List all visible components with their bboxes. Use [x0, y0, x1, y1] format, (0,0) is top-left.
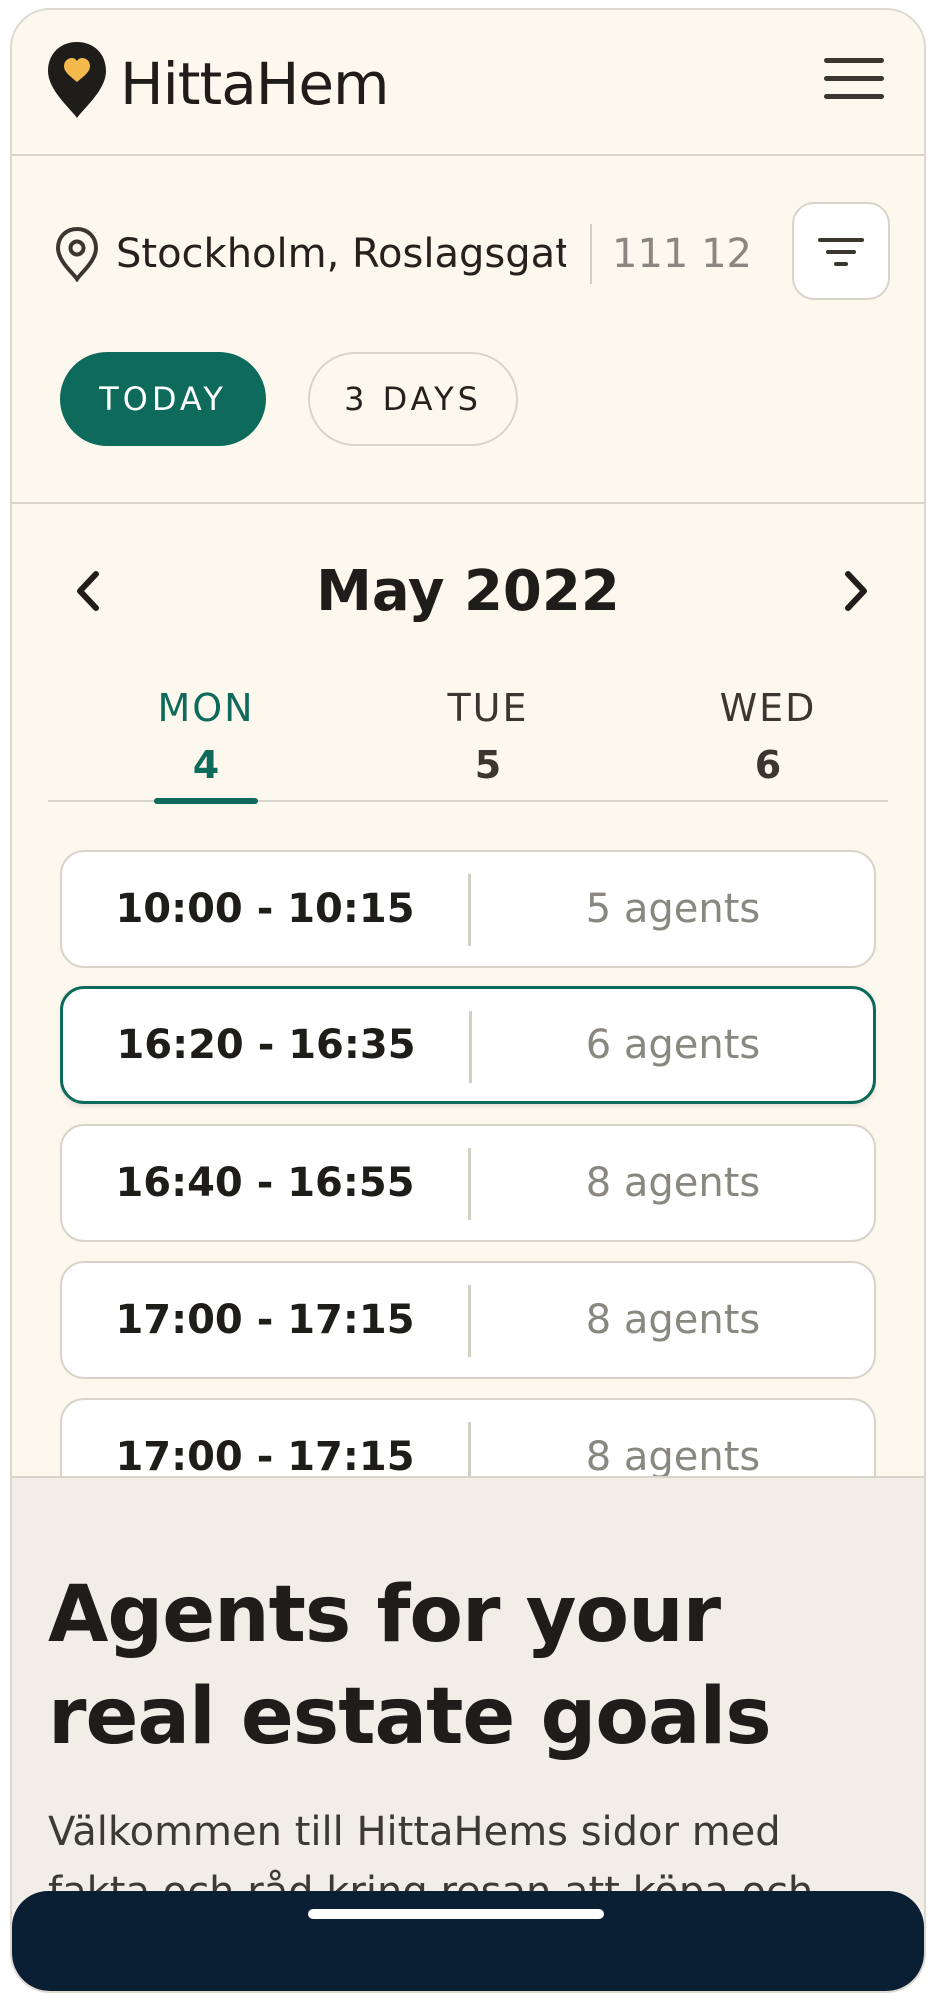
three-days-button[interactable]: 3 DAYS [308, 352, 518, 446]
day-tab-wed[interactable]: WED 6 [668, 680, 868, 800]
map-pin-icon [55, 226, 99, 282]
brand-name[interactable]: HittaHem [120, 50, 390, 118]
slot-agent-count: 8 agents [585, 1434, 761, 1480]
divider [469, 1011, 472, 1083]
map-pin-heart-icon[interactable] [46, 40, 108, 120]
divider [468, 1422, 471, 1482]
slot-time: 10:00 - 10:15 [115, 886, 415, 932]
divider [468, 1285, 471, 1357]
day-tab-mon[interactable]: MON 4 [106, 680, 306, 804]
chevron-right-icon[interactable] [828, 556, 884, 626]
day-tab-tue[interactable]: TUE 5 [388, 680, 588, 800]
day-tabs: MON 4 TUE 5 WED 6 [48, 680, 888, 804]
bottom-bar [12, 1891, 924, 1991]
day-name: TUE [447, 686, 529, 730]
time-slot[interactable]: 17:00 - 17:15 8 agents [60, 1398, 876, 1482]
phone-screen: HittaHem Stockholm, Roslagsgat.. 111 12 … [10, 8, 926, 1993]
today-button[interactable]: TODAY [60, 352, 266, 446]
time-slot[interactable]: 16:40 - 16:55 8 agents [60, 1124, 876, 1242]
postcode-field[interactable]: 111 12 [612, 226, 752, 282]
slot-time: 16:20 - 16:35 [116, 1022, 416, 1068]
slot-time: 17:00 - 17:15 [115, 1297, 415, 1343]
divider [468, 874, 471, 946]
divider [12, 502, 924, 504]
filter-button[interactable] [792, 202, 890, 300]
divider [590, 224, 592, 284]
slot-time: 17:00 - 17:15 [115, 1434, 415, 1480]
day-date: 4 [192, 743, 220, 787]
day-date: 5 [474, 743, 502, 787]
day-name: MON [157, 686, 255, 730]
location-bar: Stockholm, Roslagsgat.. 111 12 [12, 156, 924, 336]
time-slot[interactable]: 10:00 - 10:15 5 agents [60, 850, 876, 968]
divider [468, 1148, 471, 1220]
time-slot-list: 10:00 - 10:15 5 agents 16:20 - 16:35 6 a… [60, 850, 876, 1482]
slot-time: 16:40 - 16:55 [115, 1160, 415, 1206]
hamburger-menu-icon[interactable] [824, 58, 884, 106]
app-header: HittaHem [12, 10, 924, 156]
slot-agent-count: 5 agents [585, 886, 761, 932]
slot-agent-count: 8 agents [585, 1297, 761, 1343]
time-slot[interactable]: 17:00 - 17:15 8 agents [60, 1261, 876, 1379]
month-title: May 2022 [316, 559, 620, 624]
time-slot-selected[interactable]: 16:20 - 16:35 6 agents [60, 986, 876, 1104]
info-heading: Agents for your real estate goals [48, 1570, 772, 1762]
day-date: 6 [754, 743, 782, 787]
filter-icon [818, 238, 864, 242]
address-field[interactable]: Stockholm, Roslagsgat.. [116, 226, 566, 282]
home-indicator[interactable] [308, 1909, 604, 1919]
slot-agent-count: 6 agents [585, 1022, 761, 1068]
day-name: WED [719, 686, 817, 730]
slot-agent-count: 8 agents [585, 1160, 761, 1206]
